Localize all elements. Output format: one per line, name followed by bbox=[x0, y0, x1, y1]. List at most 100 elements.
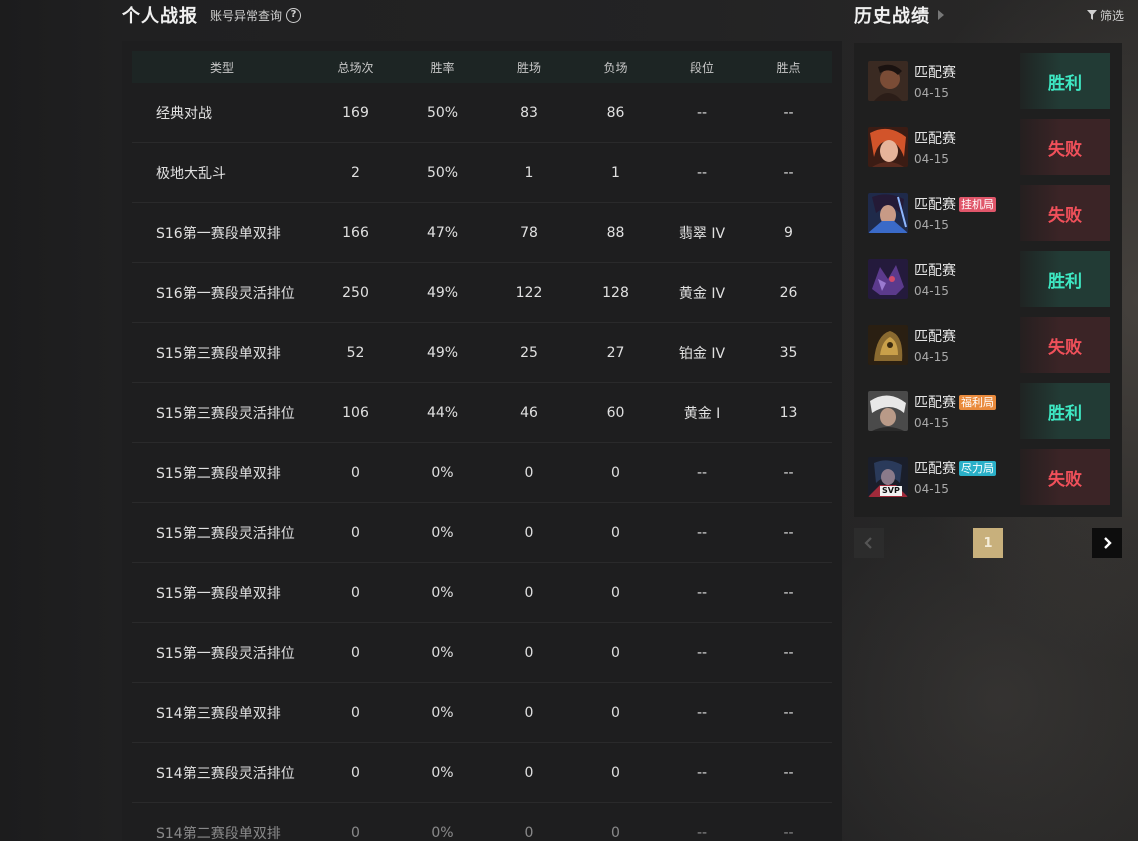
stats-panel: 类型 总场次 胜率 胜场 负场 段位 胜点 经典对战 169 50% 83 86 -- --… bbox=[122, 41, 842, 841]
match-item[interactable]: 匹配赛 福利局 04-15 胜利 bbox=[868, 383, 1110, 439]
row-wins: 83 bbox=[520, 104, 538, 121]
account-abnormal-link[interactable]: 账号异常查询 ? bbox=[210, 7, 302, 24]
help-icon[interactable]: ? bbox=[286, 7, 302, 23]
match-result: 失败 bbox=[1020, 317, 1110, 373]
row-type: S15第一赛段单双排 bbox=[156, 585, 281, 602]
header-wins: 胜场 bbox=[516, 60, 541, 75]
row-rank: 铂金 IV bbox=[678, 345, 726, 362]
row-losses: 60 bbox=[606, 404, 625, 421]
match-item[interactable]: 匹配赛 挂机局 04-15 失败 bbox=[868, 185, 1110, 241]
row-losses: 0 bbox=[611, 824, 620, 841]
caret-right-icon[interactable] bbox=[938, 10, 944, 20]
row-wins: 0 bbox=[524, 584, 534, 601]
row-wins: 46 bbox=[520, 404, 538, 421]
row-lp: -- bbox=[783, 104, 794, 121]
table-row: 经典对战 169 50% 83 86 -- -- bbox=[132, 83, 832, 143]
row-wins: 0 bbox=[524, 524, 534, 541]
champion-avatar: SVP bbox=[868, 457, 908, 497]
header-lp: 胜点 bbox=[776, 60, 801, 75]
table-row: S15第一赛段单双排 0 0% 0 0 -- -- bbox=[132, 563, 832, 623]
row-rank: -- bbox=[696, 464, 708, 481]
row-winrate: 0% bbox=[431, 644, 454, 661]
table-row: S14第三赛段单双排 0 0% 0 0 -- -- bbox=[132, 683, 832, 743]
match-info: 匹配赛 04-15 bbox=[914, 127, 1020, 167]
row-winrate: 0% bbox=[431, 464, 454, 481]
row-winrate: 44% bbox=[426, 404, 459, 421]
row-rank: 翡翠 IV bbox=[678, 225, 726, 242]
row-wins: 0 bbox=[524, 644, 534, 661]
row-lp: -- bbox=[783, 704, 794, 721]
champion-avatar bbox=[868, 325, 908, 365]
next-page-button[interactable] bbox=[1092, 528, 1122, 558]
filter-icon bbox=[1086, 10, 1097, 20]
row-winrate: 49% bbox=[426, 284, 459, 301]
match-mode: 匹配赛 bbox=[914, 131, 956, 147]
row-losses: 0 bbox=[611, 464, 620, 481]
row-losses: 88 bbox=[606, 224, 625, 241]
row-total: 166 bbox=[342, 224, 369, 241]
table-row: 极地大乱斗 2 50% 1 1 -- -- bbox=[132, 143, 832, 203]
row-lp: 35 bbox=[779, 344, 798, 361]
match-item[interactable]: 匹配赛 04-15 胜利 bbox=[868, 251, 1110, 307]
row-lp: 9 bbox=[784, 224, 793, 241]
header-rank: 段位 bbox=[689, 60, 714, 75]
row-losses: 0 bbox=[611, 644, 620, 661]
match-date: 04-15 bbox=[914, 86, 949, 100]
filter-button[interactable]: 筛选 bbox=[1086, 7, 1124, 24]
row-total: 0 bbox=[351, 464, 360, 481]
row-rank: -- bbox=[696, 704, 708, 721]
match-tag-badge: 挂机局 bbox=[959, 196, 996, 212]
row-wins: 78 bbox=[520, 224, 538, 241]
match-item[interactable]: 匹配赛 04-15 失败 bbox=[868, 317, 1110, 373]
match-item[interactable]: 匹配赛 04-15 胜利 bbox=[868, 53, 1110, 109]
table-header: 类型 总场次 胜率 胜场 负场 段位 胜点 bbox=[132, 51, 832, 83]
table-row: S15第三赛段灵活排位 106 44% 46 60 黄金 Ⅰ 13 bbox=[132, 383, 832, 443]
table-row: S14第三赛段灵活排位 0 0% 0 0 -- -- bbox=[132, 743, 832, 803]
match-mode-line: 匹配赛 bbox=[914, 62, 1020, 82]
match-result: 胜利 bbox=[1020, 383, 1110, 439]
match-mode: 匹配赛 bbox=[914, 461, 956, 477]
champion-avatar bbox=[868, 127, 908, 167]
match-info: 匹配赛 04-15 bbox=[914, 325, 1020, 365]
match-mode: 匹配赛 bbox=[914, 65, 956, 81]
row-lp: -- bbox=[783, 764, 794, 781]
pagination: 1 bbox=[854, 528, 1122, 558]
table-row: S15第三赛段单双排 52 49% 25 27 铂金 IV 35 bbox=[132, 323, 832, 383]
row-rank: -- bbox=[696, 104, 708, 121]
match-item[interactable]: 匹配赛 04-15 失败 bbox=[868, 119, 1110, 175]
row-wins: 0 bbox=[524, 464, 534, 481]
table-row: S15第一赛段灵活排位 0 0% 0 0 -- -- bbox=[132, 623, 832, 683]
row-wins: 122 bbox=[515, 284, 543, 301]
match-mode-line: 匹配赛 挂机局 bbox=[914, 194, 1020, 214]
match-item[interactable]: SVP 匹配赛 尽力局 04-15 失败 bbox=[868, 449, 1110, 505]
row-type: S15第二赛段单双排 bbox=[156, 465, 281, 482]
match-mode-line: 匹配赛 bbox=[914, 128, 1020, 148]
row-type: S16第一赛段单双排 bbox=[156, 225, 281, 242]
row-losses: 0 bbox=[611, 524, 620, 541]
champion-avatar bbox=[868, 391, 908, 431]
row-total: 0 bbox=[351, 584, 360, 601]
row-winrate: 0% bbox=[431, 584, 454, 601]
svp-badge: SVP bbox=[880, 486, 902, 496]
match-mode: 匹配赛 bbox=[914, 329, 956, 345]
table-row: S15第二赛段单双排 0 0% 0 0 -- -- bbox=[132, 443, 832, 503]
row-total: 0 bbox=[351, 764, 360, 781]
header-type: 类型 bbox=[209, 60, 234, 75]
chevron-right-icon bbox=[1104, 537, 1112, 549]
row-total: 2 bbox=[351, 164, 360, 181]
page-number-current[interactable]: 1 bbox=[973, 528, 1003, 558]
page-title: 个人战报 bbox=[122, 6, 198, 27]
header-total: 总场次 bbox=[337, 60, 374, 75]
stats-header: 个人战报 账号异常查询 ? bbox=[122, 0, 302, 30]
match-mode-line: 匹配赛 bbox=[914, 326, 1020, 346]
row-winrate: 47% bbox=[426, 224, 459, 241]
match-result: 失败 bbox=[1020, 119, 1110, 175]
row-winrate: 0% bbox=[431, 704, 454, 721]
row-type: S15第一赛段灵活排位 bbox=[156, 645, 295, 662]
match-mode: 匹配赛 bbox=[914, 263, 956, 279]
row-rank: 黄金 IV bbox=[678, 285, 726, 302]
prev-page-button[interactable] bbox=[854, 528, 884, 558]
match-mode: 匹配赛 bbox=[914, 197, 956, 213]
match-result: 胜利 bbox=[1020, 251, 1110, 307]
table-row: S16第一赛段单双排 166 47% 78 88 翡翠 IV 9 bbox=[132, 203, 832, 263]
